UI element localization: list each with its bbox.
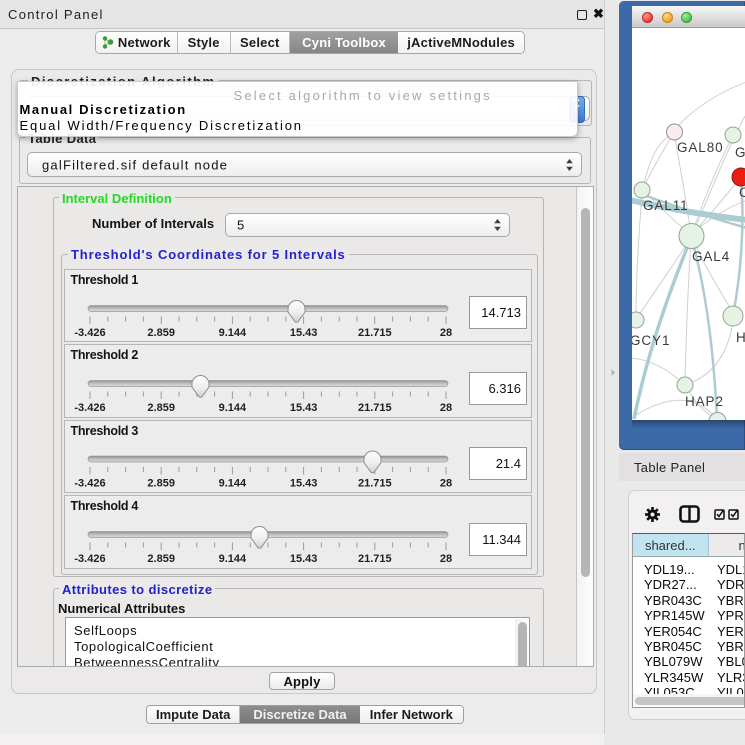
svg-text:HAP2: HAP2	[685, 394, 724, 409]
svg-text:-3.426: -3.426	[74, 327, 105, 339]
svg-text:15.43: 15.43	[290, 553, 318, 565]
svg-text:28: 28	[440, 327, 452, 339]
svg-text:9.144: 9.144	[219, 327, 247, 339]
svg-text:21.715: 21.715	[358, 553, 392, 565]
svg-text:28: 28	[440, 478, 452, 490]
svg-text:15.43: 15.43	[290, 478, 318, 490]
svg-text:15.43: 15.43	[290, 327, 318, 339]
svg-text:2.859: 2.859	[147, 553, 175, 565]
svg-text:21.715: 21.715	[358, 327, 392, 339]
svg-text:28: 28	[440, 553, 452, 565]
svg-text:2.859: 2.859	[147, 402, 175, 414]
svg-text:21.715: 21.715	[358, 402, 392, 414]
svg-text:21.715: 21.715	[358, 478, 392, 490]
svg-text:-3.426: -3.426	[74, 478, 105, 490]
svg-text:2.859: 2.859	[147, 478, 175, 490]
svg-text:GAL80: GAL80	[677, 140, 724, 155]
svg-text:9.144: 9.144	[219, 402, 247, 414]
svg-text:15.43: 15.43	[290, 402, 318, 414]
svg-text:GAL4: GAL4	[692, 249, 730, 264]
svg-text:-3.426: -3.426	[74, 553, 105, 565]
svg-text:-3.426: -3.426	[74, 402, 105, 414]
svg-text:H: H	[736, 330, 745, 345]
svg-text:9.144: 9.144	[219, 553, 247, 565]
svg-text:C: C	[739, 185, 745, 200]
svg-text:28: 28	[440, 402, 452, 414]
svg-text:GCY1: GCY1	[632, 333, 670, 348]
svg-text:GAL11: GAL11	[643, 198, 689, 213]
svg-text:GA: GA	[735, 145, 745, 160]
svg-text:9.144: 9.144	[219, 478, 247, 490]
svg-text:2.859: 2.859	[147, 327, 175, 339]
